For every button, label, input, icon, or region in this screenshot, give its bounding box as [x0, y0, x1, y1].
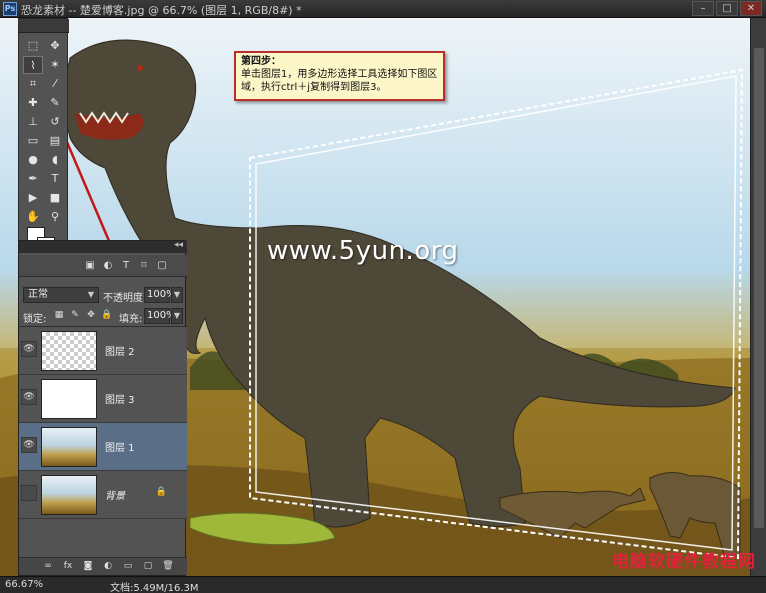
- callout-title: 第四步：: [241, 56, 281, 67]
- blend-mode-value: 正常: [28, 289, 48, 300]
- visibility-eye-icon[interactable]: 👁: [21, 389, 37, 405]
- lock-row: 锁定: 填充: 100% ▼ ▦ ✎ ✥ 🔒: [19, 305, 187, 327]
- shape-icon[interactable]: ■: [45, 189, 65, 207]
- photoshop-logo-icon: Ps: [3, 2, 17, 16]
- maximize-button[interactable]: □: [716, 1, 738, 16]
- layers-panel-footer: ∞ fx ◙ ◐ ▭ ▢ 🗑: [19, 557, 187, 575]
- document-size: 文档:5.49M/16.3M: [110, 583, 199, 593]
- link-layers-icon[interactable]: ∞: [41, 560, 55, 573]
- history-brush-icon[interactable]: ↺: [45, 113, 65, 131]
- adjustment-layer-icon[interactable]: ◐: [101, 560, 115, 573]
- lock-label: 锁定:: [23, 314, 47, 325]
- chevron-down-icon: ▼: [87, 290, 94, 299]
- visibility-eye-icon[interactable]: 👁: [21, 437, 37, 453]
- layer-name[interactable]: 图层 2: [105, 343, 135, 358]
- dodge-icon[interactable]: ◖: [45, 151, 65, 169]
- opacity-field[interactable]: 100%: [144, 287, 176, 303]
- layer-name[interactable]: 图层 3: [105, 391, 135, 406]
- marquee-icon[interactable]: ⬚: [23, 37, 43, 55]
- collapse-icon[interactable]: ◂◂: [174, 240, 183, 250]
- brush-icon[interactable]: ✎: [45, 94, 65, 112]
- layer-thumbnail: [41, 427, 97, 467]
- layer-thumbnail: [41, 331, 97, 371]
- scrollbar-thumb[interactable]: [754, 48, 764, 528]
- lock-pixels-icon[interactable]: ✎: [69, 309, 81, 321]
- image-filter-icon[interactable]: ▣: [83, 259, 97, 272]
- tools-panel-header[interactable]: [19, 19, 69, 33]
- site-watermark: www.5yun.org: [267, 236, 459, 266]
- layers-panel-header[interactable]: ◂◂: [19, 240, 187, 253]
- layer-name[interactable]: 背景: [105, 487, 125, 502]
- magic-wand-icon[interactable]: ✶: [45, 56, 65, 74]
- close-button[interactable]: ✕: [740, 1, 762, 16]
- gradient-icon[interactable]: ▤: [45, 132, 65, 150]
- smart-object-filter-icon[interactable]: ▢: [155, 259, 169, 272]
- blur-icon[interactable]: ●: [23, 151, 43, 169]
- new-layer-icon[interactable]: ▢: [141, 560, 155, 573]
- visibility-eye-icon[interactable]: 👁: [21, 485, 37, 501]
- move-icon[interactable]: ✥: [45, 37, 65, 55]
- document-title: 恐龙素材 -- 楚爱博客.jpg @ 66.7% (图层 1, RGB/8#) …: [21, 4, 302, 17]
- fx-icon[interactable]: fx: [61, 560, 75, 573]
- type-icon[interactable]: T: [45, 170, 65, 188]
- hand-icon[interactable]: ✋: [23, 208, 43, 226]
- polygonal-lasso-icon[interactable]: ⌇: [23, 56, 43, 74]
- fill-field[interactable]: 100%: [144, 308, 176, 324]
- fill-label: 填充:: [119, 314, 143, 325]
- blend-mode-select[interactable]: 正常 ▼: [23, 287, 99, 303]
- opacity-label: 不透明度:: [103, 293, 147, 304]
- opacity-dropdown-icon[interactable]: ▼: [171, 287, 183, 303]
- layer-row[interactable]: 👁 背景 🔒: [19, 471, 187, 519]
- eyedropper-icon[interactable]: ⁄: [45, 75, 65, 93]
- type-filter-icon[interactable]: T: [119, 259, 133, 272]
- blend-row: 正常 ▼ 不透明度: 100% ▼: [19, 285, 187, 305]
- layer-filter-bar: ▣ ◐ T ⌑ ▢: [19, 255, 187, 277]
- lock-position-icon[interactable]: ✥: [85, 309, 97, 321]
- clone-stamp-icon[interactable]: ⊥: [23, 113, 43, 131]
- new-group-icon[interactable]: ▭: [121, 560, 135, 573]
- layer-row[interactable]: 👁 图层 2: [19, 327, 187, 375]
- zoom-icon[interactable]: ⚲: [45, 208, 65, 226]
- visibility-eye-icon[interactable]: 👁: [21, 341, 37, 357]
- layer-thumbnail: [41, 475, 97, 515]
- vertical-scrollbar[interactable]: [750, 18, 766, 576]
- shape-filter-icon[interactable]: ⌑: [137, 259, 151, 272]
- layers-panel: ◂◂ ▣ ◐ T ⌑ ▢ 正常 ▼ 不透明度: 100% ▼ 锁定: 填充: 100% …: [18, 240, 187, 576]
- corner-watermark: 电脑软硬件教程网: [612, 552, 756, 572]
- lock-all-icon[interactable]: 🔒: [101, 309, 113, 321]
- zoom-level[interactable]: 66.67%: [5, 579, 43, 590]
- callout-body: 单击图层1，用多边形选择工具选择如下图区域，执行ctrl＋j复制得到图层3。: [241, 69, 438, 93]
- layer-row[interactable]: 👁 图层 1: [19, 423, 187, 471]
- layer-row[interactable]: 👁 图层 3: [19, 375, 187, 423]
- trash-icon[interactable]: 🗑: [161, 560, 175, 573]
- crop-icon[interactable]: ⌗: [23, 75, 43, 93]
- status-bar: 66.67% 文档:5.49M/16.3M: [0, 576, 766, 593]
- fill-dropdown-icon[interactable]: ▼: [171, 308, 183, 324]
- path-selection-icon[interactable]: ▶: [23, 189, 43, 207]
- healing-brush-icon[interactable]: ✚: [23, 94, 43, 112]
- step-callout: 第四步： 单击图层1，用多边形选择工具选择如下图区域，执行ctrl＋j复制得到图…: [234, 51, 445, 101]
- adjustment-filter-icon[interactable]: ◐: [101, 259, 115, 272]
- pen-icon[interactable]: ✒: [23, 170, 43, 188]
- lock-icon: 🔒: [155, 487, 167, 497]
- eraser-icon[interactable]: ▭: [23, 132, 43, 150]
- add-mask-icon[interactable]: ◙: [81, 560, 95, 573]
- minimize-button[interactable]: –: [692, 1, 714, 16]
- layer-name[interactable]: 图层 1: [105, 439, 135, 454]
- layer-thumbnail: [41, 379, 97, 419]
- lock-transparent-icon[interactable]: ▦: [53, 309, 65, 321]
- window-titlebar: Ps 恐龙素材 -- 楚爱博客.jpg @ 66.7% (图层 1, RGB/8…: [0, 0, 766, 18]
